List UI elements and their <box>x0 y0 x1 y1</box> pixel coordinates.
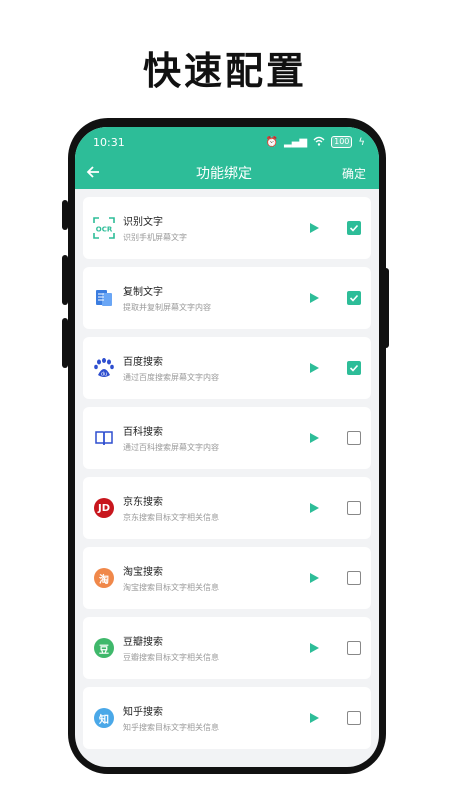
app-bar: 10:31 ⏰ ▂▄▆ 100 ϟ 功能绑定 确定 <box>75 127 379 189</box>
item-description: 豆瓣搜索目标文字相关信息 <box>123 653 219 662</box>
status-bar: 10:31 ⏰ ▂▄▆ 100 ϟ <box>75 127 379 157</box>
item-texts: 知乎搜索 知乎搜索目标文字相关信息 <box>123 703 310 733</box>
taobao-icon: 淘 <box>93 567 115 589</box>
list-item[interactable]: 百科搜索 通过百科搜索屏幕文字内容 <box>83 407 371 469</box>
zhihu-icon: 知 <box>93 707 115 729</box>
charging-icon: ϟ <box>358 136 365 148</box>
list-item[interactable]: 复制文字 提取并复制屏幕文字内容 <box>83 267 371 329</box>
document-copy-icon <box>93 287 115 309</box>
play-icon[interactable] <box>310 503 319 513</box>
item-texts: 识别文字 识别手机屏幕文字 <box>123 213 310 243</box>
play-icon[interactable] <box>310 643 319 653</box>
item-description: 通过百科搜索屏幕文字内容 <box>123 443 219 452</box>
item-description: 提取并复制屏幕文字内容 <box>123 303 211 312</box>
item-texts: 豆瓣搜索 豆瓣搜索目标文字相关信息 <box>123 633 310 663</box>
item-description: 知乎搜索目标文字相关信息 <box>123 723 219 732</box>
checkbox[interactable] <box>347 431 361 445</box>
item-description: 淘宝搜索目标文字相关信息 <box>123 583 219 592</box>
checkmark-icon <box>349 224 359 232</box>
book-icon <box>93 427 115 449</box>
checkbox[interactable] <box>347 361 361 375</box>
confirm-button[interactable]: 确定 <box>329 165 379 182</box>
item-name: 识别文字 <box>123 217 163 228</box>
item-description: 京东搜索目标文字相关信息 <box>123 513 219 522</box>
list-item[interactable]: du 百度搜索 通过百度搜索屏幕文字内容 <box>83 337 371 399</box>
ocr-icon: OCR <box>93 217 115 239</box>
jd-icon: JD <box>93 497 115 519</box>
checkbox[interactable] <box>347 641 361 655</box>
checkbox[interactable] <box>347 501 361 515</box>
promo-headline: 快速配置 <box>142 49 307 93</box>
item-name: 京东搜索 <box>123 497 163 508</box>
play-icon[interactable] <box>310 223 319 233</box>
battery-icon: 100 <box>331 136 353 148</box>
item-texts: 百度搜索 通过百度搜索屏幕文字内容 <box>123 353 310 383</box>
status-time: 10:31 <box>93 135 125 149</box>
list-item[interactable]: JD 京东搜索 京东搜索目标文字相关信息 <box>83 477 371 539</box>
checkbox[interactable] <box>347 221 361 235</box>
item-name: 百科搜索 <box>123 427 163 438</box>
checkbox[interactable] <box>347 711 361 725</box>
checkbox[interactable] <box>347 291 361 305</box>
item-name: 百度搜索 <box>123 357 163 368</box>
status-icons: ⏰ ▂▄▆ 100 ϟ <box>266 136 365 149</box>
alarm-off-icon: ⏰ <box>265 136 279 148</box>
baidu-paw-icon: du <box>93 357 115 379</box>
signal-icon: ▂▄▆ <box>284 136 308 148</box>
back-arrow-icon[interactable] <box>75 163 111 184</box>
phone-screen: 10:31 ⏰ ▂▄▆ 100 ϟ 功能绑定 确定 OCR 识别文字 识别手机屏… <box>75 127 379 767</box>
item-name: 淘宝搜索 <box>123 567 163 578</box>
wifi-icon <box>313 136 325 149</box>
play-icon[interactable] <box>310 713 319 723</box>
play-icon[interactable] <box>310 363 319 373</box>
checkmark-icon <box>349 364 359 372</box>
item-texts: 淘宝搜索 淘宝搜索目标文字相关信息 <box>123 563 310 593</box>
item-name: 豆瓣搜索 <box>123 637 163 648</box>
list-item[interactable]: 豆 豆瓣搜索 豆瓣搜索目标文字相关信息 <box>83 617 371 679</box>
function-list: OCR 识别文字 识别手机屏幕文字 复制文字 提取并复制屏幕文字内容 du 百度… <box>75 189 379 749</box>
item-name: 复制文字 <box>123 287 163 298</box>
item-name: 知乎搜索 <box>123 707 163 718</box>
svg-text:du: du <box>101 372 107 378</box>
list-item[interactable]: OCR 识别文字 识别手机屏幕文字 <box>83 197 371 259</box>
play-icon[interactable] <box>310 433 319 443</box>
douban-icon: 豆 <box>93 637 115 659</box>
item-texts: 百科搜索 通过百科搜索屏幕文字内容 <box>123 423 310 453</box>
item-texts: 复制文字 提取并复制屏幕文字内容 <box>123 283 310 313</box>
svg-text:OCR: OCR <box>96 226 113 234</box>
toolbar: 功能绑定 确定 <box>75 157 379 189</box>
checkbox[interactable] <box>347 571 361 585</box>
list-item[interactable]: 知 知乎搜索 知乎搜索目标文字相关信息 <box>83 687 371 749</box>
item-description: 识别手机屏幕文字 <box>123 233 187 242</box>
item-description: 通过百度搜索屏幕文字内容 <box>123 373 219 382</box>
list-item[interactable]: 淘 淘宝搜索 淘宝搜索目标文字相关信息 <box>83 547 371 609</box>
checkmark-icon <box>349 294 359 302</box>
page-title: 功能绑定 <box>196 166 252 182</box>
play-icon[interactable] <box>310 573 319 583</box>
item-texts: 京东搜索 京东搜索目标文字相关信息 <box>123 493 310 523</box>
play-icon[interactable] <box>310 293 319 303</box>
